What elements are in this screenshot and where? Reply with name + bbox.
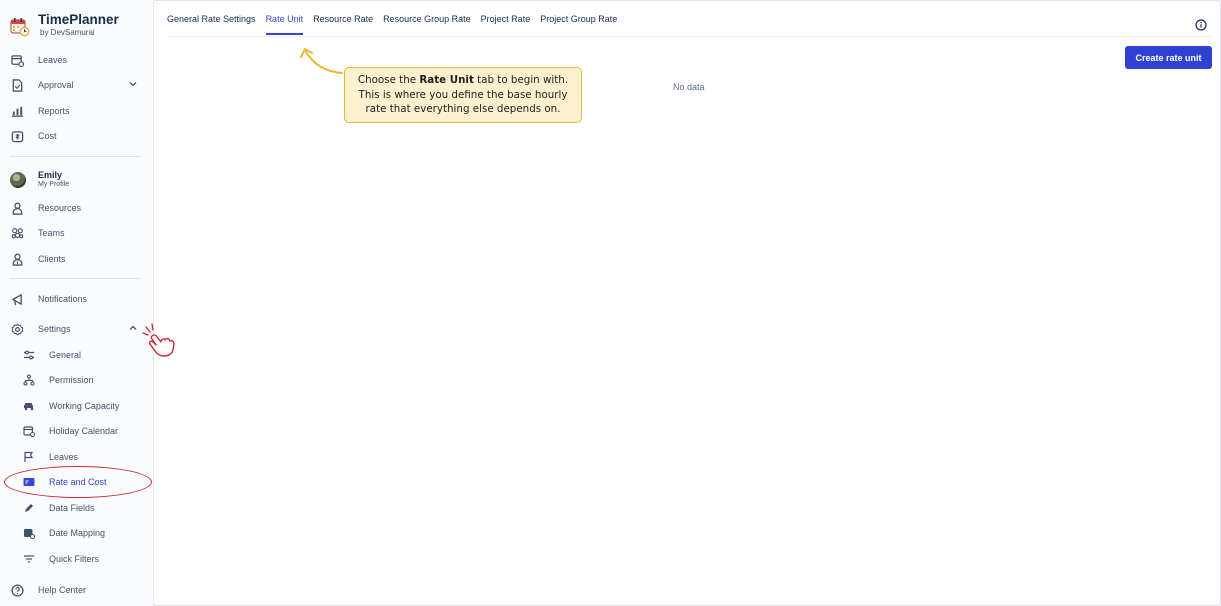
sidebar-item-teams[interactable]: Teams <box>10 222 142 244</box>
sidebar-item-leaves[interactable]: Leaves <box>10 49 142 71</box>
create-rate-unit-button[interactable]: Create rate unit <box>1125 46 1212 69</box>
calendar-icon <box>22 425 35 438</box>
sidebar-item-label: Help Center <box>38 585 87 595</box>
sidebar-item-help-center[interactable]: Help Center <box>10 579 142 601</box>
chevron-up-icon[interactable] <box>128 323 138 333</box>
sidebar-item-label: Resources <box>38 203 82 213</box>
sidebar-item-label: Teams <box>38 228 65 238</box>
settings-item-leaves[interactable]: Leaves <box>22 446 148 468</box>
gear-icon <box>10 322 24 336</box>
settings-item-quick-filters[interactable]: Quick Filters <box>22 548 148 570</box>
sidebar-item-reports[interactable]: Reports <box>10 100 142 122</box>
sidebar-divider <box>10 278 141 279</box>
pencil-icon <box>22 502 35 515</box>
tab-project-group-rate[interactable]: Project Group Rate <box>540 0 617 37</box>
person-icon <box>10 201 24 215</box>
sidebar-item-label: Settings <box>38 324 71 334</box>
tab-general-rate-settings[interactable]: General Rate Settings <box>167 0 256 37</box>
sidebar-item-settings[interactable]: Settings <box>10 318 142 340</box>
settings-item-label: Data Fields <box>49 503 95 513</box>
chevron-down-icon[interactable] <box>128 79 138 89</box>
profile-name: Emily <box>38 170 63 180</box>
tab-project-rate[interactable]: Project Rate <box>481 0 531 37</box>
tooltip-line3: rate that everything else depends on. <box>365 103 561 115</box>
sidebar-item-label: Reports <box>38 106 70 116</box>
sidebar-item-cost[interactable]: Cost <box>10 125 142 147</box>
calendar-clock-logo-icon <box>10 18 30 37</box>
tab-bar: General Rate Settings Rate Unit Resource… <box>167 0 627 37</box>
guide-tooltip: Choose the Rate Unit tab to begin with. … <box>344 67 582 123</box>
money-bag-icon <box>10 129 24 143</box>
tooltip-line1-prefix: Choose the <box>357 74 420 86</box>
settings-item-label: Quick Filters <box>49 554 100 564</box>
settings-item-label: Permission <box>49 375 94 385</box>
avatar <box>10 171 26 188</box>
car-gauge-icon <box>22 400 35 413</box>
sidebar-item-label: Clients <box>38 254 66 264</box>
settings-item-data-fields[interactable]: Data Fields <box>22 497 148 519</box>
settings-item-working-capacity[interactable]: Working Capacity <box>22 395 148 417</box>
settings-item-permission[interactable]: Permission <box>22 369 148 391</box>
sidebar-item-label: Leaves <box>38 55 68 65</box>
guide-arrow-icon <box>300 48 343 74</box>
client-icon <box>10 252 24 266</box>
hierarchy-icon <box>22 374 35 387</box>
tooltip-line1-suffix: tab to begin with. <box>473 74 569 86</box>
sidebar-item-approval[interactable]: Approval <box>10 74 142 96</box>
settings-item-label: Holiday Calendar <box>49 426 119 436</box>
team-icon <box>10 226 24 240</box>
sidebar-item-label: Approval <box>38 80 74 90</box>
settings-item-label: General <box>49 350 82 360</box>
brand[interactable]: TimePlanner by DevSamurai <box>10 12 119 38</box>
sidebar-item-resources[interactable]: Resources <box>10 197 142 219</box>
profile[interactable]: Emily My Profile <box>10 170 69 189</box>
settings-item-holiday-calendar[interactable]: Holiday Calendar <box>22 420 148 442</box>
settings-item-label: Date Mapping <box>49 528 106 538</box>
settings-item-label: Leaves <box>49 452 79 462</box>
sliders-icon <box>22 349 35 362</box>
settings-item-general[interactable]: General <box>22 344 148 366</box>
tab-divider <box>167 36 1212 37</box>
megaphone-icon <box>10 292 24 306</box>
tab-rate-unit[interactable]: Rate Unit <box>265 0 303 37</box>
calendar-map-icon <box>22 527 35 540</box>
tooltip-line1-bold: Rate Unit <box>419 74 474 86</box>
tab-resource-group-rate[interactable]: Resource Group Rate <box>383 0 471 37</box>
settings-item-label: Working Capacity <box>49 401 120 411</box>
highlight-ellipse <box>4 466 152 498</box>
pointing-hand-icon <box>142 323 175 357</box>
flag-icon <box>22 451 35 464</box>
app-subtitle: by DevSamurai <box>40 28 95 37</box>
sidebar-item-clients[interactable]: Clients <box>10 248 142 270</box>
sidebar: TimePlanner by DevSamurai Leaves Approva… <box>0 0 154 606</box>
settings-item-date-mapping[interactable]: Date Mapping <box>22 522 148 544</box>
sidebar-item-notifications[interactable]: Notifications <box>10 288 142 310</box>
sidebar-divider <box>10 156 141 157</box>
document-check-icon <box>10 78 24 92</box>
bar-chart-icon <box>10 104 24 118</box>
info-icon[interactable] <box>1195 19 1207 31</box>
tab-resource-rate[interactable]: Resource Rate <box>313 0 373 37</box>
app-title: TimePlanner <box>38 12 119 27</box>
tooltip-line2: This is where you define the base hourly <box>358 88 568 101</box>
help-icon <box>10 583 24 597</box>
filter-icon <box>22 553 35 566</box>
sidebar-item-label: Notifications <box>38 294 88 304</box>
calendar-icon <box>10 53 24 67</box>
sidebar-item-label: Cost <box>38 131 57 141</box>
empty-state-text: No data <box>673 82 705 92</box>
profile-subtitle: My Profile <box>38 181 70 188</box>
